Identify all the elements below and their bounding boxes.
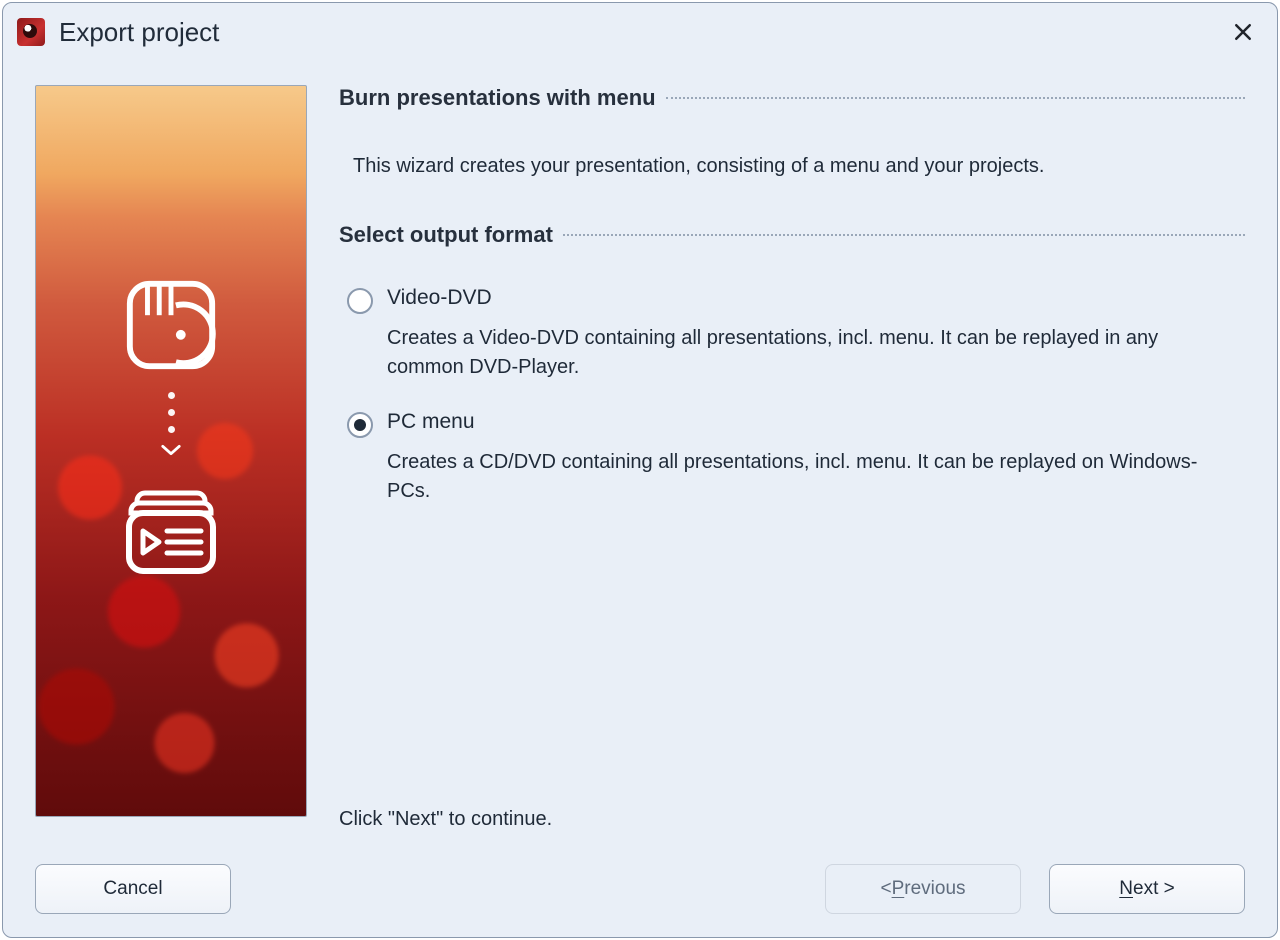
titlebar: Export project [3, 3, 1277, 61]
section-format-title: Select output format [339, 222, 553, 248]
continue-hint: Click "Next" to continue. [339, 808, 1245, 831]
export-project-dialog: Export project [2, 2, 1278, 938]
radio-video-dvd[interactable] [347, 288, 373, 314]
section-format-header: Select output format [339, 222, 1245, 248]
wizard-content: Burn presentations with menu This wizard… [339, 85, 1245, 841]
option-video-dvd-desc: Creates a Video-DVD containing all prese… [387, 324, 1207, 382]
burn-intro-text: This wizard creates your presentation, c… [353, 155, 1245, 178]
section-burn-header: Burn presentations with menu [339, 85, 1245, 111]
chevron-down-icon [160, 443, 182, 457]
disc-icon [122, 276, 220, 374]
option-video-dvd[interactable]: Video-DVD [347, 286, 1245, 314]
dialog-title: Export project [59, 17, 1225, 48]
cancel-button[interactable]: Cancel [35, 864, 231, 914]
next-button[interactable]: Next > [1049, 864, 1245, 914]
wizard-side-image [35, 85, 307, 817]
app-icon [17, 18, 45, 46]
option-video-dvd-label: Video-DVD [387, 286, 492, 310]
section-burn-title: Burn presentations with menu [339, 85, 656, 111]
radio-pc-menu[interactable] [347, 412, 373, 438]
previous-button[interactable]: < Previous [825, 864, 1021, 914]
option-pc-menu[interactable]: PC menu [347, 410, 1245, 438]
option-pc-menu-label: PC menu [387, 410, 475, 434]
presentation-stack-icon [121, 481, 221, 581]
option-pc-menu-desc: Creates a CD/DVD containing all presenta… [387, 448, 1207, 506]
close-icon[interactable] [1225, 14, 1261, 50]
dialog-footer: Cancel < Previous Next > [3, 841, 1277, 937]
